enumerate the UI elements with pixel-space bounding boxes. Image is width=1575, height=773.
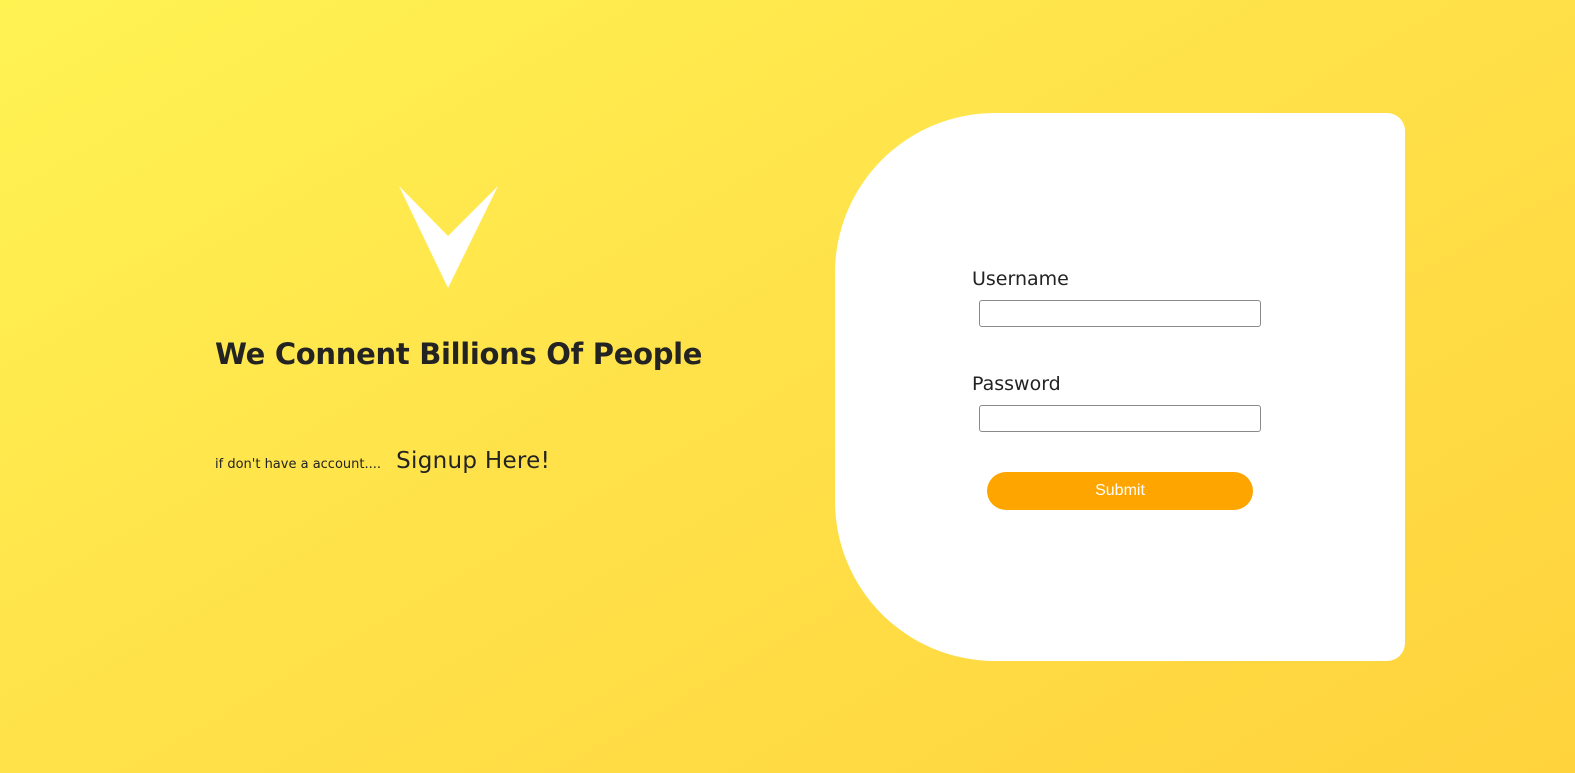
hero-headline: We Connent Billions Of People <box>215 337 703 371</box>
password-input[interactable] <box>979 405 1261 432</box>
username-input[interactable] <box>979 300 1261 327</box>
signup-link[interactable]: Signup Here! <box>396 448 550 474</box>
username-label: Username <box>972 268 1069 290</box>
login-card: Username Password Submit <box>835 113 1405 661</box>
signup-prompt: if don't have a account.... <box>215 457 382 472</box>
submit-button[interactable]: Submit <box>987 472 1253 510</box>
signup-row: if don't have a account.... Signup Here! <box>215 448 550 474</box>
chevron-v-logo-icon <box>399 186 499 288</box>
password-label: Password <box>972 373 1061 395</box>
